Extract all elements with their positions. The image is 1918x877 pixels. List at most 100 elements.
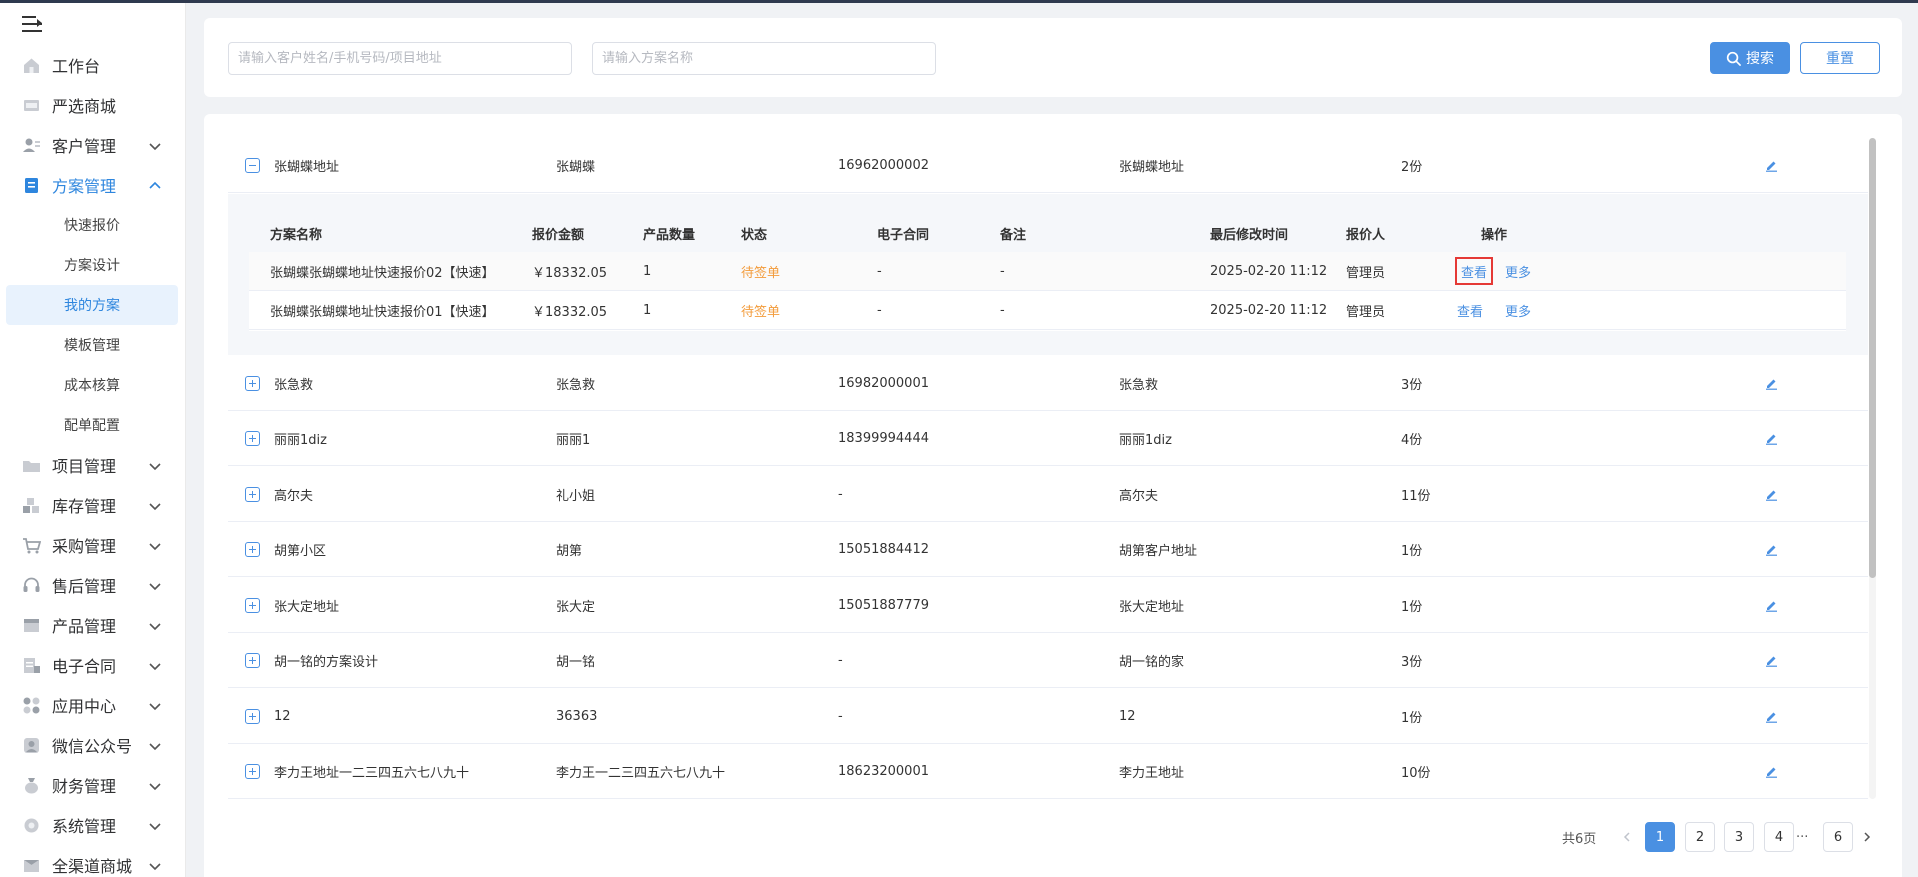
- page-button[interactable]: 3: [1724, 822, 1754, 852]
- expand-row-icon[interactable]: [245, 431, 260, 446]
- header-name: 方案名称: [270, 228, 323, 243]
- chevron-down-icon[interactable]: [148, 738, 162, 752]
- header-time: 最后修改时间: [1210, 228, 1289, 243]
- product-icon: [22, 616, 41, 634]
- list-scrollbar[interactable]: [1869, 138, 1876, 799]
- sidebar-subitem[interactable]: 方案设计: [0, 245, 185, 285]
- sidebar-item-label: 客户管理: [52, 137, 117, 156]
- row-phone: 18623200001: [838, 764, 929, 779]
- edit-icon[interactable]: [1765, 599, 1778, 612]
- edit-icon[interactable]: [1765, 543, 1778, 556]
- sidebar-item[interactable]: 方案管理: [0, 165, 185, 205]
- expand-row-icon[interactable]: [245, 709, 260, 724]
- more-link[interactable]: 更多: [1505, 291, 1531, 329]
- view-link-label[interactable]: 查看: [1454, 257, 1494, 285]
- edit-icon[interactable]: [1765, 654, 1778, 667]
- edit-icon[interactable]: [1765, 765, 1778, 778]
- sidebar-item[interactable]: 电子合同: [0, 645, 185, 685]
- sidebar-subitem[interactable]: 成本核算: [0, 365, 185, 405]
- table-row: 12 36363 - 12 1份: [228, 689, 1868, 744]
- row-address: 李力王地址: [1119, 766, 1185, 781]
- sidebar-item[interactable]: 采购管理: [0, 525, 185, 565]
- row-count: 2份: [1401, 160, 1423, 175]
- sidebar-subitem[interactable]: 配单配置: [0, 405, 185, 445]
- edit-icon[interactable]: [1765, 377, 1778, 390]
- sidebar-item[interactable]: 产品管理: [0, 605, 185, 645]
- chevron-down-icon[interactable]: [148, 498, 162, 512]
- view-link[interactable]: 查看: [1454, 252, 1494, 290]
- finance-icon: [22, 776, 41, 794]
- chevron-down-icon[interactable]: [148, 618, 162, 632]
- row-phone: -: [838, 709, 843, 724]
- menu-collapse-icon[interactable]: [22, 15, 44, 33]
- sidebar-subitem[interactable]: 快速报价: [0, 205, 185, 245]
- sidebar-item[interactable]: 严选商城: [0, 85, 185, 125]
- row-count: 3份: [1401, 378, 1423, 393]
- sidebar-item[interactable]: 全渠道商城: [0, 845, 185, 877]
- sidebar-item[interactable]: 库存管理: [0, 485, 185, 525]
- view-link[interactable]: 查看: [1457, 291, 1483, 329]
- plan-quoter: 管理员: [1346, 265, 1386, 281]
- sidebar-item[interactable]: 客户管理: [0, 125, 185, 165]
- row-customer: 丽丽1: [556, 433, 591, 448]
- sidebar-item-label: 采购管理: [52, 537, 117, 556]
- scrollbar-thumb[interactable]: [1869, 138, 1876, 578]
- chevron-down-icon[interactable]: [148, 538, 162, 552]
- page-button[interactable]: 6: [1823, 822, 1853, 852]
- search-button[interactable]: 搜索: [1710, 42, 1790, 74]
- chevron-down-icon[interactable]: [148, 658, 162, 672]
- plan-name: 张蝴蝶张蝴蝶地址快速报价02【快速】: [270, 265, 495, 281]
- page-button[interactable]: 1: [1645, 822, 1675, 852]
- chevron-down-icon[interactable]: [148, 778, 162, 792]
- expand-row-icon[interactable]: [245, 653, 260, 668]
- sidebar-subitem[interactable]: 模板管理: [0, 325, 185, 365]
- reset-button[interactable]: 重置: [1800, 42, 1880, 74]
- sidebar-item[interactable]: 财务管理: [0, 765, 185, 805]
- sidebar-item[interactable]: 应用中心: [0, 685, 185, 725]
- sidebar-item-label: 严选商城: [52, 97, 117, 116]
- edit-icon[interactable]: [1765, 710, 1778, 723]
- row-customer: 李力王一二三四五六七八九十: [556, 766, 726, 781]
- mall-icon: [22, 856, 41, 874]
- chevron-down-icon[interactable]: [148, 858, 162, 872]
- more-link[interactable]: 更多: [1505, 252, 1531, 290]
- sidebar-item[interactable]: 系统管理: [0, 805, 185, 845]
- expand-row-icon[interactable]: [245, 764, 260, 779]
- plan-name-input[interactable]: [592, 42, 936, 75]
- chevron-down-icon[interactable]: [148, 698, 162, 712]
- sidebar-item[interactable]: 售后管理: [0, 565, 185, 605]
- customer-search-input[interactable]: [228, 42, 572, 75]
- edit-icon[interactable]: [1765, 432, 1778, 445]
- chevron-down-icon[interactable]: [148, 578, 162, 592]
- chevron-down-icon[interactable]: [148, 138, 162, 152]
- page-button[interactable]: 4: [1764, 822, 1794, 852]
- chevron-down-icon[interactable]: [148, 818, 162, 832]
- edit-icon[interactable]: [1765, 488, 1778, 501]
- sidebar-subitem[interactable]: 我的方案: [6, 285, 178, 325]
- plan-contract: -: [877, 302, 882, 318]
- plan-remark: -: [1000, 263, 1005, 279]
- next-page-button[interactable]: [1857, 822, 1877, 852]
- row-count: 1份: [1401, 600, 1423, 615]
- chevron-up-icon[interactable]: [148, 178, 162, 192]
- expand-row-icon[interactable]: [245, 542, 260, 557]
- pagination-ellipsis[interactable]: ···: [1796, 822, 1808, 852]
- row-address: 胡一铭的家: [1119, 655, 1185, 670]
- edit-icon[interactable]: [1765, 159, 1778, 172]
- sidebar-item[interactable]: 项目管理: [0, 445, 185, 485]
- prev-page-button[interactable]: [1617, 822, 1637, 852]
- plan-qty: 1: [643, 302, 652, 318]
- view-link-label[interactable]: 查看: [1457, 301, 1483, 320]
- table-row: 张大定地址 张大定 15051887779 张大定地址 1份: [228, 578, 1868, 633]
- row-address: 12: [1119, 709, 1136, 724]
- expand-row-icon[interactable]: [245, 598, 260, 613]
- expand-row-icon[interactable]: [245, 487, 260, 502]
- collapse-row-icon[interactable]: [245, 158, 260, 173]
- row-name: 胡第小区: [274, 544, 327, 559]
- chevron-down-icon[interactable]: [148, 458, 162, 472]
- expand-row-icon[interactable]: [245, 376, 260, 391]
- search-button-label: 搜索: [1746, 51, 1774, 67]
- sidebar-item[interactable]: 微信公众号: [0, 725, 185, 765]
- page-button[interactable]: 2: [1685, 822, 1715, 852]
- sidebar-item[interactable]: 工作台: [0, 45, 185, 85]
